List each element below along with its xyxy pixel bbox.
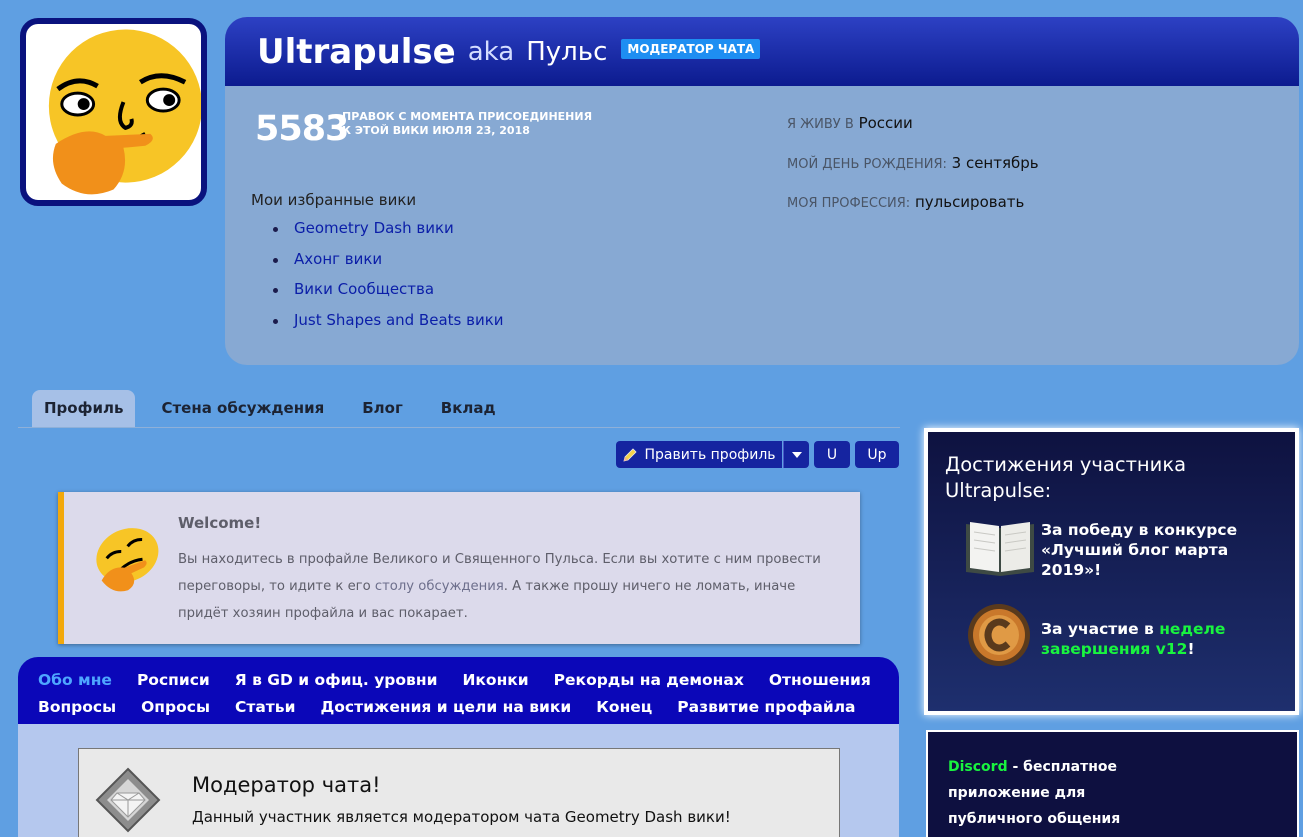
edits-label-line1: ПРАВОК С МОМЕНТА ПРИСОЕДИНЕНИЯ [342,110,593,123]
section-gd-levels[interactable]: Я в GD и офиц. уровни [235,671,438,689]
achievement-completion-week: За участие в неделе завершения v12! [1041,619,1256,659]
discord-text: Discord - бесплатное приложение для публ… [948,754,1148,832]
welcome-title: Welcome! [178,514,262,532]
tab-blog[interactable]: Блог [350,390,415,427]
edits-label: ПРАВОК С МОМЕНТА ПРИСОЕДИНЕНИЯ К ЭТОЙ ВИ… [342,110,592,138]
tab-profile[interactable]: Профиль [32,390,136,427]
section-polls[interactable]: Опросы [141,698,210,716]
moderator-badge: МОДЕРАТОР ЧАТА [621,38,761,59]
u-button[interactable]: U [814,441,850,468]
discord-link[interactable]: Discord [948,759,1008,775]
message-wall-link[interactable]: столу обсуждения [375,579,504,594]
edits-count: 5583 [255,109,349,149]
edit-profile-button[interactable]: Править профиль [616,441,782,468]
edit-profile-label: Править профиль [644,446,776,463]
section-about-me[interactable]: Обо мне [38,671,112,689]
moderator-box: Модератор чата! Данный участник является… [78,748,840,837]
pencil-icon [623,447,638,462]
thinking-face-icon [48,29,201,195]
section-goals[interactable]: Достижения и цели на вики [320,698,571,716]
bronze-coin-icon [968,604,1030,666]
favorite-wiki-link[interactable]: Ахонг вики [273,250,504,281]
favorite-wiki-link[interactable]: Just Shapes and Beats вики [273,311,504,342]
achievements-panel: Достижения участника Ultrapulse: За побе… [924,428,1299,715]
info-location-key: Я ЖИВУ В [787,117,854,132]
section-icons[interactable]: Иконки [462,671,528,689]
profile-card: Ultrapulse aka Пульс МОДЕРАТОР ЧАТА 5583… [225,17,1299,365]
achievement-completion-prefix: За участие в [1041,620,1160,638]
edit-dropdown-button[interactable] [783,441,809,468]
section-relations[interactable]: Отношения [769,671,871,689]
moderator-title: Модератор чата! [192,773,381,797]
section-nav: Обо мне Росписи Я в GD и офиц. уровни Ик… [18,657,899,724]
info-birthday-value: 3 сентябрь [951,154,1039,172]
tab-contributions[interactable]: Вклад [429,390,508,427]
section-demon-records[interactable]: Рекорды на демонах [554,671,744,689]
section-articles[interactable]: Статьи [235,698,295,716]
section-signatures[interactable]: Росписи [137,671,210,689]
profile-toolbar: Править профиль U Up [616,441,899,468]
achievement-completion-suffix: ! [1187,640,1195,658]
section-questions[interactable]: Вопросы [38,698,116,716]
achievements-title: Достижения участника Ultrapulse: [945,453,1187,502]
favorites-list: Geometry Dash вики Ахонг вики Вики Сообщ… [273,219,504,341]
info-job-value: пульсировать [914,193,1025,211]
profile-header: Ultrapulse aka Пульс МОДЕРАТОР ЧАТА [225,17,1299,86]
welcome-box: Welcome! Вы находитесь в профайле Велико… [58,492,860,644]
info-location: Я ЖИВУ В России [787,114,913,132]
tabs-divider [18,427,900,428]
welcome-text: Вы находитесь в профайле Великого и Свящ… [178,546,848,627]
aka-label: aka [467,36,515,67]
section-nav-row: Обо мне Росписи Я в GD и офиц. уровни Ик… [38,666,899,693]
section-nav-row: Вопросы Опросы Статьи Достижения и цели … [38,693,899,720]
edits-label-line2: К ЭТОЙ ВИКИ ИЮЛЯ 23, 2018 [342,124,530,137]
book-icon [966,522,1034,576]
info-location-value: России [858,114,913,132]
chevron-down-icon [791,451,802,458]
discord-panel: Discord - бесплатное приложение для публ… [926,730,1299,837]
username: Ultrapulse [257,31,456,72]
moderator-text: Данный участник является модератором чат… [192,808,731,826]
thinking-emoji-icon [96,528,159,592]
info-job-key: МОЯ ПРОФЕССИЯ: [787,196,911,211]
tab-message-wall[interactable]: Стена обсуждения [149,390,336,427]
section-profile-history[interactable]: Развитие профайла [677,698,855,716]
achievement-blog-contest: За победу в конкурсе «Лучший блог марта … [1041,521,1238,579]
diamond-icon [95,767,161,833]
favorites-title: Мои избранные вики [251,191,417,209]
aka-name: Пульс [526,36,608,67]
up-button[interactable]: Up [855,441,899,468]
favorite-wiki-link[interactable]: Geometry Dash вики [273,219,504,250]
avatar [20,18,207,206]
info-birthday-key: МОЙ ДЕНЬ РОЖДЕНИЯ: [787,157,947,172]
favorite-wiki-link[interactable]: Вики Сообщества [273,280,504,311]
section-end[interactable]: Конец [596,698,652,716]
info-birthday: МОЙ ДЕНЬ РОЖДЕНИЯ: 3 сентябрь [787,154,1039,172]
profile-tabs: Профиль Стена обсуждения Блог Вклад [32,390,522,427]
info-job: МОЯ ПРОФЕССИЯ: пульсировать [787,193,1024,211]
